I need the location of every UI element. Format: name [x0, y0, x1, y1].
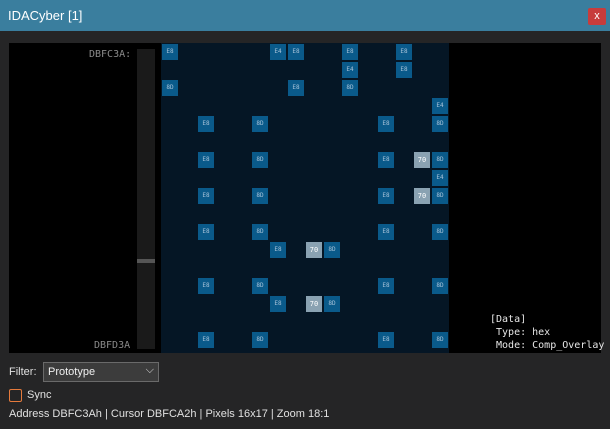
byte-cell[interactable]: E8: [162, 44, 178, 60]
byte-cell[interactable]: E8: [378, 332, 394, 348]
byte-cell[interactable]: E8: [198, 332, 214, 348]
byte-cell[interactable]: 8D: [252, 278, 268, 294]
byte-cell[interactable]: 8D: [252, 224, 268, 240]
sync-label: Sync: [27, 389, 52, 401]
byte-cell[interactable]: 8D: [252, 152, 268, 168]
title-bar: IDACyber [1] x: [0, 0, 610, 31]
byte-cell[interactable]: 8D: [162, 80, 178, 96]
chevron-down-icon: ⌵: [145, 364, 154, 376]
filter-label: Filter:: [9, 366, 37, 378]
filter-selected-value: Prototype: [48, 366, 96, 378]
byte-cell[interactable]: 70: [306, 242, 322, 258]
byte-cell[interactable]: E8: [198, 278, 214, 294]
byte-cell[interactable]: 8D: [252, 116, 268, 132]
byte-cell[interactable]: E8: [378, 188, 394, 204]
byte-cell[interactable]: E8: [288, 44, 304, 60]
byte-cell[interactable]: 8D: [252, 332, 268, 348]
byte-grid[interactable]: E8 E4 E8 E8 E8 E4 E8 8D E8 8D E4 E8 8D E8 8D E8 8D E8 70 8D…: [161, 43, 449, 353]
byte-cell[interactable]: 8D: [324, 242, 340, 258]
byte-cell[interactable]: 8D: [432, 278, 448, 294]
vertical-scrollbar[interactable]: [137, 49, 155, 349]
byte-cell[interactable]: E4: [342, 62, 358, 78]
byte-cell[interactable]: E4: [432, 170, 448, 186]
status-bar: Address DBFC3Ah | Cursor DBFCA2h | Pixel…: [9, 408, 330, 420]
byte-cell[interactable]: 70: [414, 188, 430, 204]
byte-cell[interactable]: E8: [378, 224, 394, 240]
close-button[interactable]: x: [588, 8, 606, 25]
byte-cell[interactable]: 8D: [432, 152, 448, 168]
byte-cell[interactable]: 8D: [432, 116, 448, 132]
window-title: IDACyber [1]: [8, 8, 83, 23]
scrollbar-thumb[interactable]: [137, 259, 155, 263]
byte-cell[interactable]: E8: [198, 188, 214, 204]
byte-cell[interactable]: 70: [414, 152, 430, 168]
byte-cell[interactable]: E4: [432, 98, 448, 114]
byte-cell[interactable]: E8: [198, 116, 214, 132]
byte-cell[interactable]: E8: [342, 44, 358, 60]
address-bottom-label: DBFD3A: [94, 340, 131, 351]
byte-cell[interactable]: E8: [288, 80, 304, 96]
byte-cell[interactable]: E8: [396, 62, 412, 78]
byte-cell[interactable]: 70: [306, 296, 322, 312]
byte-cell[interactable]: E4: [270, 44, 286, 60]
byte-cell[interactable]: E8: [270, 296, 286, 312]
byte-cell[interactable]: E8: [378, 116, 394, 132]
byte-cell[interactable]: 8D: [342, 80, 358, 96]
byte-cell[interactable]: 8D: [432, 332, 448, 348]
byte-cell[interactable]: 8D: [252, 188, 268, 204]
data-info-panel: [Data] Type: hex Mode: Comp_Overlay: [490, 314, 605, 351]
byte-cell[interactable]: E8: [198, 152, 214, 168]
hex-viewer[interactable]: DBFC3A: DBFD3A E8 E4 E8 E8 E8 E4 E8 8D E8 8D E4 E8 8…: [9, 43, 605, 353]
byte-cell[interactable]: E8: [378, 278, 394, 294]
byte-cell[interactable]: E8: [378, 152, 394, 168]
byte-cell[interactable]: 8D: [432, 224, 448, 240]
byte-cell[interactable]: E8: [396, 44, 412, 60]
filter-dropdown[interactable]: Prototype ⌵: [43, 362, 159, 382]
byte-cell[interactable]: E8: [270, 242, 286, 258]
byte-cell[interactable]: 8D: [324, 296, 340, 312]
byte-cell[interactable]: E8: [198, 224, 214, 240]
sync-checkbox[interactable]: [9, 389, 22, 402]
address-top-label: DBFC3A:: [89, 49, 132, 60]
byte-cell[interactable]: 8D: [432, 188, 448, 204]
